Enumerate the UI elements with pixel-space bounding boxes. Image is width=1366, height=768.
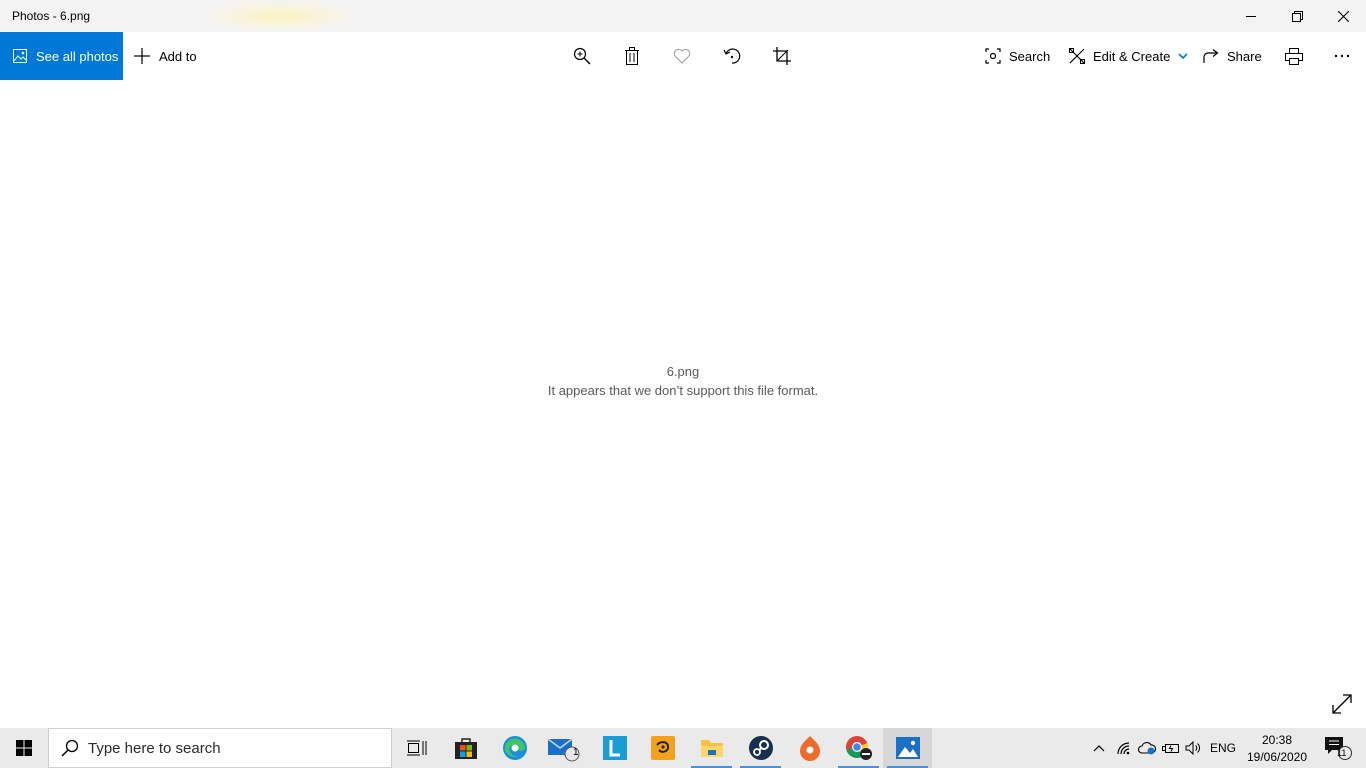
see-all-photos-label: See all photos xyxy=(36,48,119,64)
search-icon xyxy=(985,48,1001,64)
delete-icon xyxy=(625,47,639,65)
taskbar-edge[interactable] xyxy=(490,728,539,768)
chrome-icon xyxy=(845,736,872,760)
add-to-label: Add to xyxy=(159,48,197,64)
taskbar-chrome[interactable] xyxy=(834,728,883,768)
volume-tray[interactable] xyxy=(1184,728,1204,768)
clock-time: 20:38 xyxy=(1261,733,1293,747)
taskbar-store[interactable] xyxy=(441,728,490,768)
task-view-button[interactable] xyxy=(392,728,441,768)
zoom-button[interactable] xyxy=(562,32,602,80)
edit-create-button[interactable]: Edit & Create xyxy=(1069,32,1188,80)
taskbar-search-box[interactable]: Type here to search xyxy=(48,728,392,768)
taskbar-l-app[interactable] xyxy=(590,728,639,768)
close-icon xyxy=(1337,10,1349,22)
print-icon xyxy=(1285,47,1303,65)
expand-icon xyxy=(1332,694,1352,714)
more-button[interactable] xyxy=(1322,32,1362,80)
see-all-photos-button[interactable]: See all photos xyxy=(0,32,123,80)
microsoft-store-icon xyxy=(454,738,477,759)
crop-icon xyxy=(773,47,791,65)
clock[interactable]: 20:38 19/06/2020 xyxy=(1244,732,1310,766)
edit-create-icon xyxy=(1069,48,1085,64)
more-icon xyxy=(1334,54,1350,58)
task-view-icon xyxy=(406,740,426,756)
favorite-icon xyxy=(673,48,691,64)
wifi-icon xyxy=(1117,742,1130,755)
speaker-icon xyxy=(1185,741,1200,755)
taskbar-steam[interactable] xyxy=(736,728,785,768)
clock-date: 19/06/2020 xyxy=(1246,750,1308,764)
print-button[interactable] xyxy=(1274,32,1314,80)
mail-badge: 1 xyxy=(573,747,579,758)
taskbar-mail[interactable]: 1 xyxy=(539,728,588,768)
steam-icon xyxy=(748,736,773,760)
l-app-icon xyxy=(602,736,627,760)
orange-app-icon xyxy=(799,736,820,761)
error-text: It appears that we don’t support this fi… xyxy=(547,383,819,398)
input-language[interactable]: ENG xyxy=(1210,728,1236,768)
photos-icon xyxy=(13,49,27,63)
favorite-button[interactable] xyxy=(662,32,702,80)
minimize-button[interactable] xyxy=(1228,0,1274,32)
share-label: Share xyxy=(1227,48,1262,64)
taskbar: Type here to search 1 ENG 20:38 19/06/20… xyxy=(0,728,1366,768)
network-tray[interactable] xyxy=(1114,728,1134,768)
edge-icon xyxy=(502,736,527,760)
edit-create-label: Edit & Create xyxy=(1093,48,1171,64)
chevron-up-icon xyxy=(1093,744,1105,751)
taskbar-game-app[interactable] xyxy=(638,728,687,768)
game-app-icon xyxy=(650,736,675,760)
rotate-icon xyxy=(723,48,741,64)
photos-icon xyxy=(895,737,920,759)
notification-count: 11 xyxy=(1337,748,1347,758)
plus-icon xyxy=(134,48,150,64)
taskbar-file-explorer[interactable] xyxy=(687,728,736,768)
toolbar: See all photos Add to Search Edit & Crea… xyxy=(0,32,1366,80)
unsupported-message: 6.png It appears that we don’t support t… xyxy=(0,362,1366,400)
action-center-button[interactable]: 11 xyxy=(1318,728,1358,768)
window-title: Photos - 6.png xyxy=(12,9,91,23)
show-hidden-icons-button[interactable] xyxy=(1089,728,1109,768)
onedrive-tray[interactable] xyxy=(1137,728,1157,768)
zoom-icon xyxy=(573,47,591,65)
search-button[interactable]: Search xyxy=(985,32,1050,80)
rotate-button[interactable] xyxy=(712,32,752,80)
start-button[interactable] xyxy=(0,728,48,768)
battery-tray[interactable] xyxy=(1160,728,1182,768)
taskbar-photos[interactable] xyxy=(883,728,932,768)
battery-icon xyxy=(1162,744,1179,753)
fullscreen-button[interactable] xyxy=(1331,693,1353,715)
folder-icon xyxy=(700,740,723,757)
title-bar-glow xyxy=(200,0,360,32)
add-to-button[interactable]: Add to xyxy=(134,32,197,80)
share-icon xyxy=(1203,48,1219,63)
crop-button[interactable] xyxy=(762,32,802,80)
restore-icon xyxy=(1291,10,1303,22)
search-icon xyxy=(61,739,79,757)
restore-button[interactable] xyxy=(1274,0,1320,32)
chevron-down-icon xyxy=(1178,53,1188,59)
title-bar: Photos - 6.png xyxy=(0,0,1366,32)
windows-icon xyxy=(16,740,32,756)
minimize-icon xyxy=(1246,16,1256,17)
language-label: ENG xyxy=(1210,741,1237,755)
search-placeholder: Type here to search xyxy=(88,739,221,757)
delete-button[interactable] xyxy=(612,32,652,80)
taskbar-orange-app[interactable] xyxy=(785,728,834,768)
share-button[interactable]: Share xyxy=(1203,32,1262,80)
search-label: Search xyxy=(1009,48,1051,64)
cloud-sync-icon xyxy=(1138,742,1156,755)
close-button[interactable] xyxy=(1320,0,1366,32)
file-name: 6.png xyxy=(666,364,700,379)
